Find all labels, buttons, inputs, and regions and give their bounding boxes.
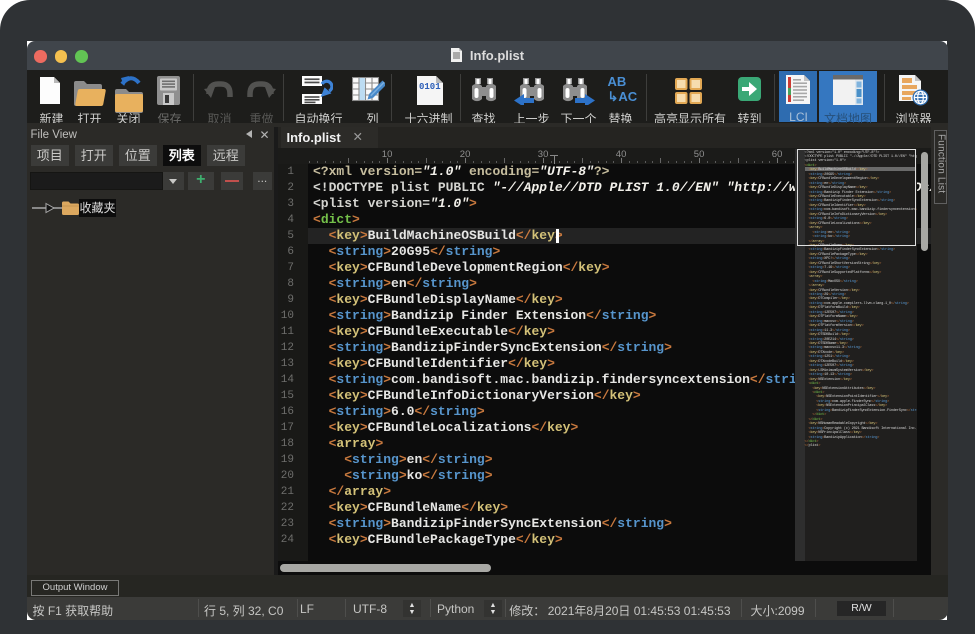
svg-text:0101: 0101: [419, 82, 441, 92]
